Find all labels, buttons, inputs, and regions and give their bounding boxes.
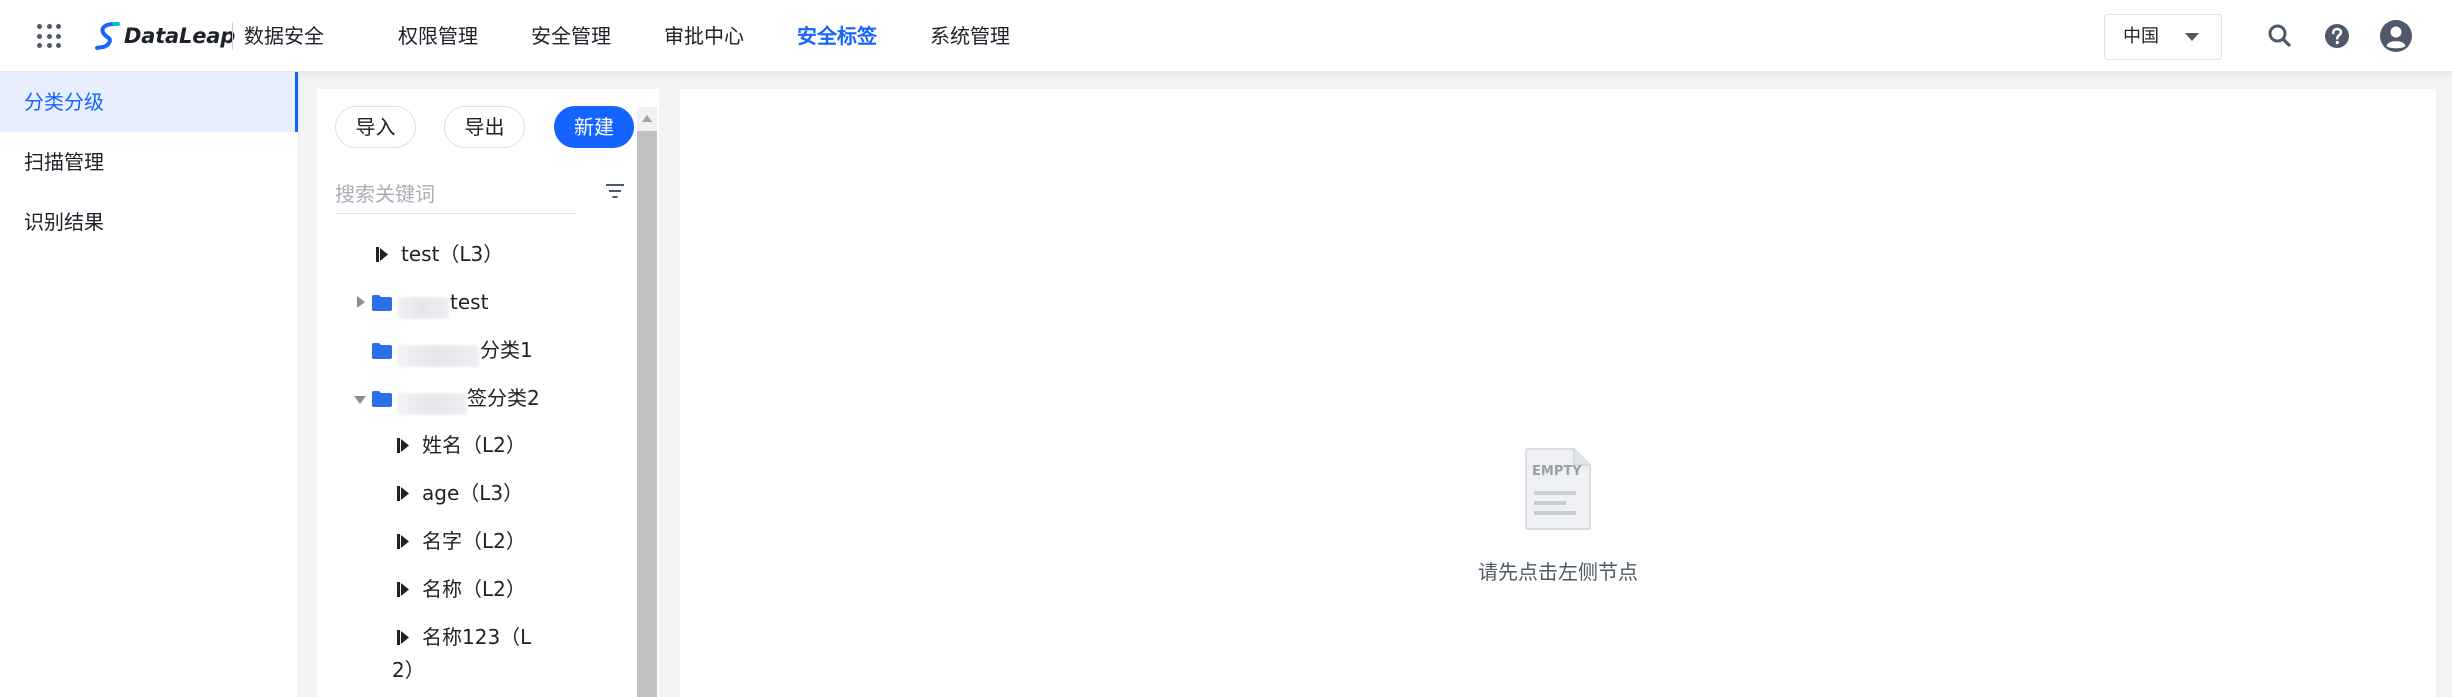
folder-icon [372, 391, 392, 407]
search-input[interactable] [335, 174, 577, 214]
brand-divider [232, 22, 233, 50]
region-select[interactable]: 中国 [2104, 14, 2222, 60]
nav-item-permissions[interactable]: 权限管理 [398, 0, 478, 72]
expand-arrow-icon[interactable] [357, 296, 365, 308]
nav-item-system-management[interactable]: 系统管理 [930, 0, 1010, 72]
tree-node-label[interactable]: 分类1 [480, 335, 533, 365]
sidebar-item-recognition-results[interactable]: 识别结果 [0, 192, 298, 252]
tree-node-label[interactable]: test [450, 287, 488, 317]
tree-node-label[interactable]: 名称（L2） [422, 574, 526, 604]
filter-icon[interactable] [603, 179, 627, 203]
left-sidebar: 分类分级 扫描管理 识别结果 [0, 72, 299, 697]
product-name: 数据安全 [244, 24, 324, 48]
help-icon[interactable] [2321, 20, 2353, 52]
user-avatar-icon[interactable] [2378, 18, 2414, 54]
tag-icon [376, 247, 388, 262]
sidebar-item-classification[interactable]: 分类分级 [0, 72, 298, 132]
tag-icon [397, 534, 409, 549]
tree-scrollbar-thumb[interactable] [637, 131, 657, 697]
redacted-label-mask [397, 393, 467, 415]
main-nav: 权限管理 安全管理 审批中心 安全标签 系统管理 [398, 0, 1063, 72]
empty-image-label: EMPTY [1532, 464, 1582, 479]
redacted-label-mask [397, 297, 449, 319]
empty-hint-text: 请先点击左侧节点 [1478, 560, 1638, 584]
nav-item-approval-center[interactable]: 审批中心 [664, 0, 744, 72]
region-selected-value: 中国 [2123, 26, 2159, 47]
nav-item-security-management[interactable]: 安全管理 [531, 0, 611, 72]
tree-node-label[interactable]: 名称123（L [422, 622, 531, 652]
nav-item-security-labels[interactable]: 安全标签 [797, 0, 877, 72]
classification-tree-panel: 导入 导出 新建 test（L3） test 分类1 签分类2 姓名（L2） a… [317, 89, 659, 697]
tree-node-label[interactable]: test（L3） [401, 239, 503, 269]
tree-node-label[interactable]: 签分类2 [467, 383, 540, 413]
collapse-arrow-icon[interactable] [354, 396, 366, 404]
search-icon[interactable] [2264, 20, 2296, 52]
apps-grid-icon[interactable] [37, 24, 61, 48]
folder-icon [372, 295, 392, 311]
export-button[interactable]: 导出 [444, 106, 525, 148]
detail-content-area: EMPTY 请先点击左侧节点 [680, 89, 2436, 697]
tree-node-label-continued[interactable]: 2） [392, 655, 425, 685]
import-button[interactable]: 导入 [335, 106, 416, 148]
dataleap-logo-icon [95, 22, 120, 50]
tree-node-label[interactable]: 名字（L2） [422, 526, 526, 556]
redacted-label-mask [397, 345, 479, 367]
tag-icon [397, 582, 409, 597]
tag-icon [397, 486, 409, 501]
dataleap-logo[interactable]: DataLeap [94, 20, 235, 52]
tree-node-label[interactable]: 姓名（L2） [422, 430, 526, 460]
top-navigation-bar: DataLeap 数据安全 权限管理 安全管理 审批中心 安全标签 系统管理 中… [0, 0, 2452, 72]
tree-node-label[interactable]: age（L3） [422, 478, 523, 508]
folder-icon [372, 343, 392, 359]
tag-icon [397, 438, 409, 453]
scroll-up-arrow-icon[interactable] [642, 115, 652, 122]
brand-name: DataLeap [124, 24, 236, 48]
sidebar-item-scan-management[interactable]: 扫描管理 [0, 132, 298, 192]
chevron-down-icon [2185, 33, 2199, 41]
empty-document-icon: EMPTY [1525, 448, 1591, 530]
tag-icon [397, 630, 409, 645]
new-button[interactable]: 新建 [554, 106, 634, 148]
